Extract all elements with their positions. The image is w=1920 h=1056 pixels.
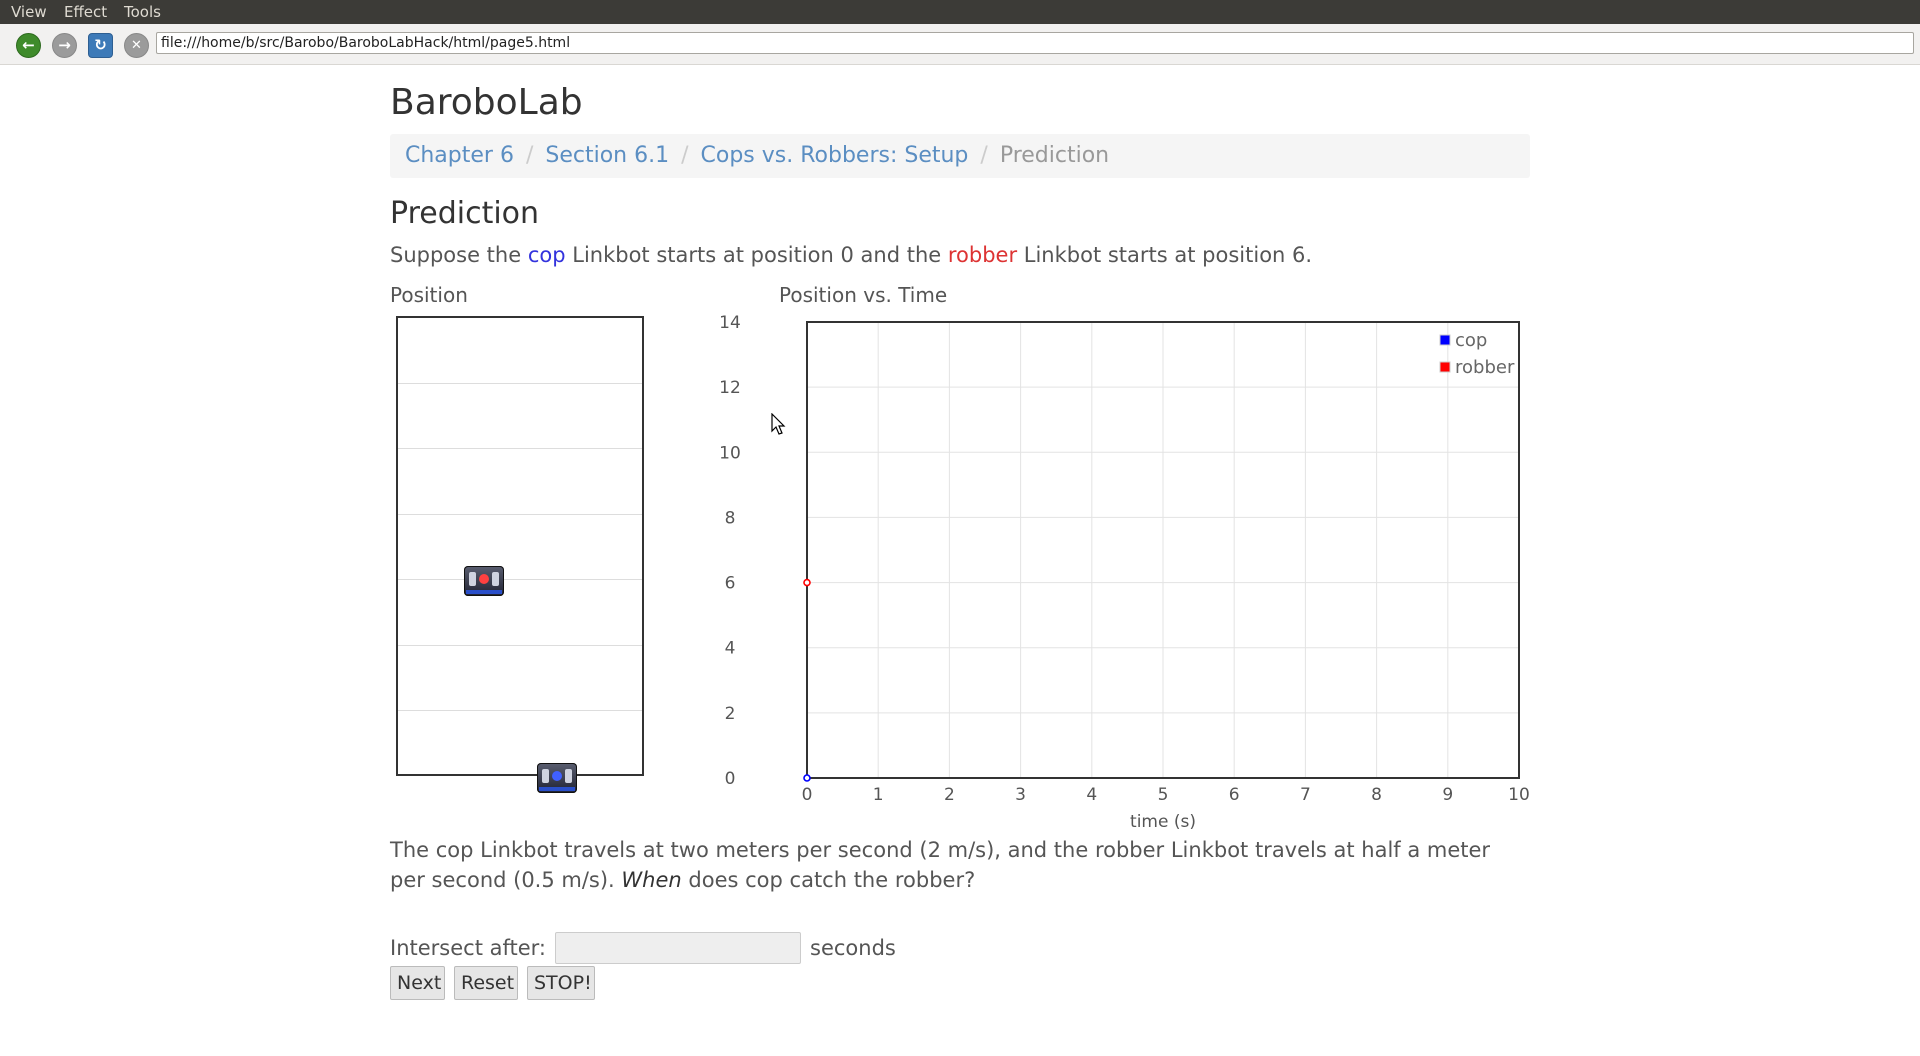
back-arrow-icon[interactable]: ←	[16, 33, 41, 58]
next-button[interactable]: Next	[390, 966, 445, 1000]
track-gridline	[398, 645, 642, 646]
x-tick-label: 5	[1158, 785, 1169, 805]
y-tick-label: 2	[725, 704, 736, 724]
cop-robot-icon[interactable]	[537, 763, 577, 793]
menu-effect[interactable]: Effect	[64, 3, 107, 21]
intro-mid: Linkbot starts at position 0 and the	[565, 243, 948, 267]
stop-icon[interactable]: ✕	[124, 33, 149, 58]
x-axis-label: time (s)	[1130, 812, 1196, 832]
track-gridline	[398, 383, 642, 384]
robber-legend-swatch	[1439, 361, 1451, 373]
x-tick-label: 10	[1508, 785, 1530, 805]
section-heading: Prediction	[390, 196, 540, 231]
robber-robot-icon[interactable]	[464, 566, 504, 596]
stop-button[interactable]: STOP!	[527, 966, 595, 1000]
reload-icon[interactable]: ↻	[88, 33, 113, 58]
robber-word: robber	[947, 243, 1018, 267]
menu-tools[interactable]: Tools	[124, 3, 161, 21]
track-gridline	[398, 514, 642, 515]
description-emphasis: When	[621, 868, 682, 892]
breadcrumb-section-6-1[interactable]: Section 6.1	[545, 143, 669, 168]
breadcrumb-current: Prediction	[999, 143, 1110, 168]
x-tick-label: 8	[1371, 785, 1382, 805]
breadcrumb-separator: /	[980, 143, 988, 168]
y-tick-label: 14	[719, 313, 741, 333]
y-tick-label: 12	[719, 378, 741, 398]
x-tick-label: 0	[802, 785, 813, 805]
position-track	[396, 316, 644, 776]
chart-title: Position vs. Time	[779, 283, 948, 307]
description-text: The cop Linkbot travels at two meters pe…	[390, 835, 1530, 895]
page-title: BaroboLab	[390, 82, 583, 123]
intersect-input[interactable]	[555, 932, 801, 964]
x-tick-label: 1	[873, 785, 884, 805]
track-gridline	[398, 710, 642, 711]
y-tick-label: 0	[725, 769, 736, 789]
cop-legend-label: cop	[1455, 330, 1487, 351]
x-tick-label: 2	[944, 785, 955, 805]
cop-word: cop	[527, 243, 566, 267]
x-tick-label: 9	[1442, 785, 1453, 805]
intro-pre: Suppose the	[390, 243, 528, 267]
plot-frame	[806, 321, 1520, 779]
x-tick-label: 3	[1015, 785, 1026, 805]
seconds-label: seconds	[810, 936, 896, 960]
reset-button[interactable]: Reset	[454, 966, 518, 1000]
position-label: Position	[390, 283, 468, 307]
navigation-toolbar: ← → ↻ ✕	[0, 24, 1920, 65]
x-tick-label: 4	[1086, 785, 1097, 805]
cop-data-point	[803, 774, 811, 782]
menu-view[interactable]: View	[11, 3, 47, 21]
track-gridline	[398, 579, 642, 580]
breadcrumb-separator: /	[681, 143, 689, 168]
x-tick-label: 6	[1229, 785, 1240, 805]
mouse-cursor-icon	[771, 413, 786, 435]
forward-arrow-icon[interactable]: →	[52, 33, 77, 58]
menu-bar: View Effect Tools	[0, 0, 1920, 24]
intro-post: Linkbot starts at position 6.	[1017, 243, 1313, 267]
breadcrumb-separator: /	[525, 143, 534, 168]
robber-legend-label: robber	[1455, 357, 1515, 378]
x-tick-label: 7	[1300, 785, 1311, 805]
breadcrumb-chapter-6[interactable]: Chapter 6	[405, 143, 514, 168]
url-field[interactable]	[156, 32, 1914, 54]
y-tick-label: 10	[719, 443, 741, 463]
cop-legend-swatch	[1439, 334, 1451, 346]
description-part2: does cop catch the robber?	[681, 868, 976, 892]
track-gridline	[398, 448, 642, 449]
breadcrumb-setup[interactable]: Cops vs. Robbers: Setup	[701, 143, 969, 168]
y-tick-label: 8	[725, 508, 736, 528]
intersect-label: Intersect after:	[390, 936, 546, 960]
robber-data-point	[803, 578, 811, 587]
breadcrumb: Chapter 6 / Section 6.1 / Cops vs. Robbers: …	[390, 134, 1530, 178]
intro-text: Suppose the cop Linkbot starts at positi…	[390, 243, 1312, 267]
y-tick-label: 6	[725, 574, 736, 594]
y-tick-label: 4	[725, 639, 736, 659]
